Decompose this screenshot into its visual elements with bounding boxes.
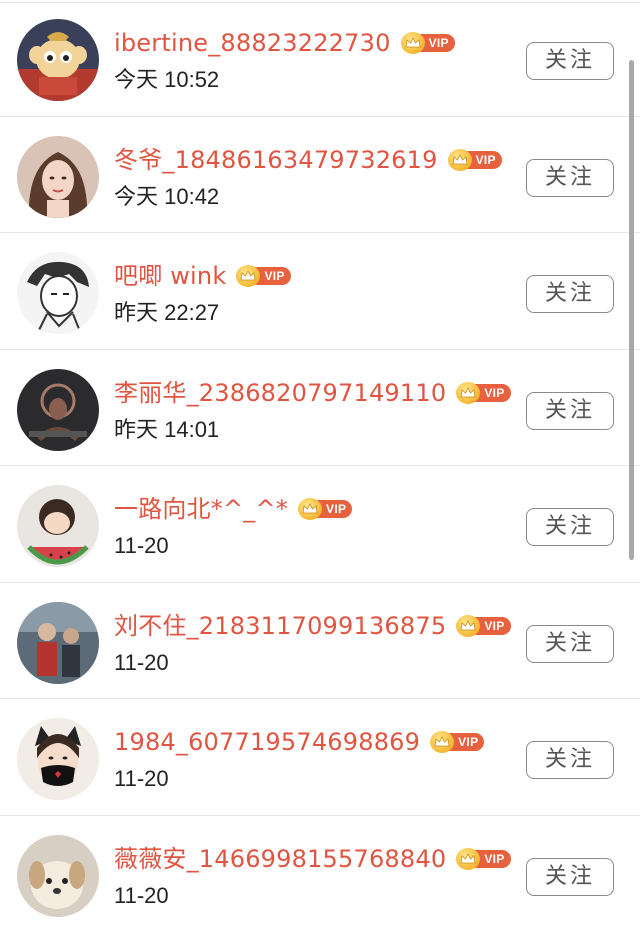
vip-badge: VIP (298, 498, 352, 520)
follow-button[interactable]: 关注 (526, 858, 614, 896)
avatar[interactable] (17, 718, 99, 800)
avatar[interactable] (17, 485, 99, 567)
list-item[interactable]: 冬爷_18486163479732619 VIP 今天 10:42 关注 (0, 117, 640, 234)
list-item[interactable]: 李丽华_2386820797149110 VIP 昨天 14:01 关注 (0, 350, 640, 467)
name-line: 李丽华_2386820797149110 VIP (114, 376, 511, 410)
timestamp: 11-20 (114, 649, 169, 677)
follow-button[interactable]: 关注 (526, 508, 614, 546)
list-item[interactable]: 吧唧 wink VIP 昨天 22:27 关注 (0, 233, 640, 350)
crown-icon (298, 498, 322, 520)
avatar[interactable] (17, 19, 99, 101)
name-line: 吧唧 wink VIP (114, 259, 291, 293)
name-line: 1984_607719574698869 VIP (114, 725, 484, 759)
list-item[interactable]: 薇薇安_1466998155768840 VIP 11-20 关注 (0, 816, 640, 932)
crown-icon (448, 149, 472, 171)
follow-button[interactable]: 关注 (526, 625, 614, 663)
name-line: 薇薇安_1466998155768840 VIP (114, 842, 511, 876)
woman-portrait-avatar (17, 136, 99, 218)
timestamp: 昨天 14:01 (114, 416, 219, 444)
follower-list: ibertine_88823222730 VIP 今天 10:52 关注 (0, 0, 640, 932)
username[interactable]: 薇薇安_1466998155768840 (114, 842, 446, 876)
timestamp: 11-20 (114, 532, 169, 560)
list-item[interactable]: 刘不住_2183117099136875 VIP 11-20 关注 (0, 583, 640, 700)
vip-badge: VIP (456, 382, 510, 404)
puppy-photo-avatar (17, 835, 99, 917)
username[interactable]: 1984_607719574698869 (114, 725, 420, 759)
crown-icon (456, 848, 480, 870)
manga-sketch-avatar (17, 252, 99, 334)
follow-button[interactable]: 关注 (526, 42, 614, 80)
crown-icon (456, 382, 480, 404)
timestamp: 今天 10:42 (114, 183, 219, 211)
username[interactable]: 一路向北*^_^* (114, 492, 288, 526)
people-photo-avatar (17, 602, 99, 684)
avatar[interactable] (17, 835, 99, 917)
crown-icon (401, 32, 425, 54)
username[interactable]: 吧唧 wink (114, 259, 226, 293)
timestamp: 11-20 (114, 882, 169, 910)
avatar[interactable] (17, 252, 99, 334)
cartoon-watermelon-avatar (17, 485, 99, 567)
timestamp: 昨天 22:27 (114, 299, 219, 327)
username[interactable]: 李丽华_2386820797149110 (114, 376, 446, 410)
avatar[interactable] (17, 602, 99, 684)
dark-photo-avatar (17, 369, 99, 451)
list-item[interactable]: ibertine_88823222730 VIP 今天 10:52 关注 (0, 0, 640, 117)
vip-badge: VIP (236, 265, 290, 287)
vip-badge: VIP (456, 848, 510, 870)
crown-icon (430, 731, 454, 753)
list-item[interactable]: 1984_607719574698869 VIP 11-20 关注 (0, 699, 640, 816)
username[interactable]: 刘不住_2183117099136875 (114, 609, 446, 643)
timestamp: 11-20 (114, 765, 169, 793)
name-line: 一路向北*^_^* VIP (114, 492, 352, 526)
crown-icon (456, 615, 480, 637)
avatar[interactable] (17, 369, 99, 451)
avatar[interactable] (17, 136, 99, 218)
username[interactable]: 冬爷_18486163479732619 (114, 143, 438, 177)
name-line: 刘不住_2183117099136875 VIP (114, 609, 511, 643)
vip-badge: VIP (456, 615, 510, 637)
cartoon-monkey-avatar (17, 19, 99, 101)
vip-badge: VIP (401, 32, 455, 54)
follow-button[interactable]: 关注 (526, 741, 614, 779)
follow-button[interactable]: 关注 (526, 275, 614, 313)
name-line: 冬爷_18486163479732619 VIP (114, 143, 502, 177)
username[interactable]: ibertine_88823222730 (114, 26, 391, 60)
list-item[interactable]: 一路向北*^_^* VIP 11-20 关注 (0, 466, 640, 583)
name-line: ibertine_88823222730 VIP (114, 26, 455, 60)
follow-button[interactable]: 关注 (526, 159, 614, 197)
cat-ears-mask-avatar (17, 718, 99, 800)
vip-badge: VIP (448, 149, 502, 171)
vip-badge: VIP (430, 731, 484, 753)
scrollbar[interactable] (629, 60, 634, 560)
follow-button[interactable]: 关注 (526, 392, 614, 430)
timestamp: 今天 10:52 (114, 66, 219, 94)
